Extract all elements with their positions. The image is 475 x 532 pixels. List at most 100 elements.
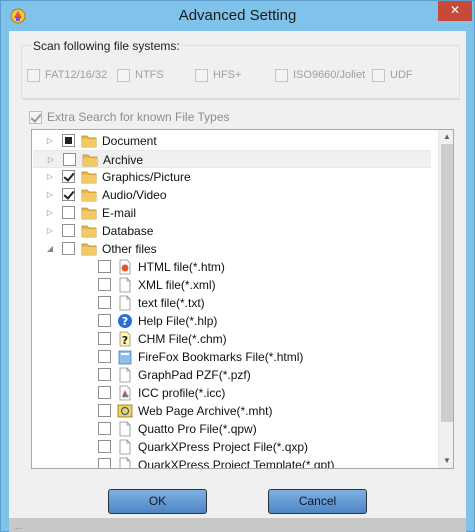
expand-arrow-icon[interactable]: ▷ [45,172,55,182]
tree-item-label: QuarkXPress Project Template(*.qpt) [138,458,335,469]
expand-arrow-icon[interactable]: ▷ [46,155,56,165]
filesystem-group-label: Scan following file systems: [31,39,182,53]
tree-row[interactable]: XML file(*.xml) [32,276,432,294]
tree-row[interactable]: ICC profile(*.icc) [32,384,432,402]
tree-checkbox[interactable] [98,458,111,468]
close-icon: ✕ [449,3,461,17]
extra-search-option[interactable]: Extra Search for known File Types [29,110,230,124]
tree-row[interactable]: ▷ Document [32,132,432,150]
tree-checkbox[interactable] [98,440,111,453]
tree-item-label: HTML file(*.htm) [138,260,225,274]
fs-checkbox[interactable] [117,68,130,82]
svg-text:?: ? [122,334,128,347]
file-type-tree[interactable]: QuarkXPress Project Template(*.qpt) Quark… [31,129,454,469]
tree-row[interactable]: HTML file(*.htm) [32,258,432,276]
tree-row[interactable]: FireFox Bookmarks File(*.html) [32,348,432,366]
tree-row[interactable]: Web Page Archive(*.mht) [32,402,432,420]
title-bar[interactable]: Advanced Setting ✕ [1,1,474,31]
tree-row[interactable]: GraphPad PZF(*.pzf) [32,366,432,384]
tree-row[interactable]: ▷ Graphics/Picture [32,168,432,186]
cancel-button[interactable]: Cancel [268,489,367,514]
scroll-up-arrow-icon[interactable]: ▲ [439,130,453,144]
tree-item-label: CHM File(*.chm) [138,332,227,346]
fs-option-label: UDF [390,69,413,81]
color-profile-icon [117,385,133,401]
tree-checkbox[interactable] [62,188,75,201]
tree-checkbox[interactable] [98,332,111,345]
folder-icon [82,152,98,168]
tree-row[interactable]: ? CHM File(*.chm) [32,330,432,348]
collapse-arrow-icon[interactable]: ◢ [45,244,55,254]
window-title: Advanced Setting [178,7,297,24]
close-button[interactable]: ✕ [438,1,472,21]
folder-icon [81,133,97,149]
tree-item-label: Database [102,224,154,238]
tree-item-label: ICC profile(*.icc) [138,386,226,400]
fs-option-fat[interactable]: FAT12/16/32 [27,68,107,82]
document-icon [117,457,133,468]
tree-checkbox[interactable] [62,242,75,255]
tree-row[interactable]: ▷ E-mail [32,204,432,222]
fs-option-iso9660[interactable]: ISO9660/Joliet [275,68,365,82]
tree-checkbox[interactable] [63,153,76,166]
tree-row[interactable]: ▷ Database [32,222,432,240]
expand-arrow-icon[interactable]: ▷ [45,136,55,146]
tree-row[interactable]: ▷ Archive [33,150,431,168]
folder-icon [81,205,97,221]
tree-item-label: Web Page Archive(*.mht) [138,404,273,418]
tree-checkbox[interactable] [62,170,75,183]
fs-option-ntfs[interactable]: NTFS [117,68,164,82]
tree-checkbox[interactable] [98,386,111,399]
document-icon [117,277,133,293]
tree-item-label: FireFox Bookmarks File(*.html) [138,350,304,364]
tree-item-label: Graphics/Picture [102,170,191,184]
chm-help-icon: ? [117,331,133,347]
fs-option-label: ISO9660/Joliet [293,69,366,81]
tree-row[interactable]: ▷ Audio/Video [32,186,432,204]
tree-checkbox[interactable] [62,224,75,237]
expand-arrow-icon[interactable]: ▷ [45,208,55,218]
svg-text:?: ? [122,315,128,328]
fs-option-hfs[interactable]: HFS+ [195,68,241,82]
extra-search-label: Extra Search for known File Types [47,110,230,124]
extra-search-checkbox[interactable] [29,110,42,124]
tree-row[interactable]: QuarkXPress Project Template(*.qpt) [32,456,432,469]
fs-checkbox[interactable] [195,68,208,82]
fs-option-udf[interactable]: UDF [372,68,413,82]
document-icon [117,295,133,311]
tree-checkbox[interactable] [98,422,111,435]
tree-row[interactable]: ◢ Other files [32,240,432,258]
tree-checkbox[interactable] [98,368,111,381]
ok-button[interactable]: OK [108,489,207,514]
tree-checkbox[interactable] [98,296,111,309]
tree-row[interactable]: QuarkXPress Project File(*.qxp) [32,438,432,456]
tree-checkbox[interactable] [98,404,111,417]
tree-row[interactable]: Quatto Pro File(*.qpw) [32,420,432,438]
tree-checkbox[interactable] [98,278,111,291]
tree-scrollbar[interactable]: ▲ ▼ [438,130,453,468]
tree-checkbox[interactable] [62,206,75,219]
tree-item-label: text file(*.txt) [138,296,205,310]
expand-arrow-icon[interactable]: ▷ [45,190,55,200]
scroll-thumb[interactable] [441,144,453,422]
folder-icon [81,169,97,185]
fs-checkbox[interactable] [27,68,40,82]
tree-item-label: E-mail [102,206,137,220]
tree-checkbox[interactable] [98,314,111,327]
fs-option-label: HFS+ [213,69,242,81]
document-icon [117,439,133,455]
folder-icon [81,187,97,203]
fs-checkbox[interactable] [372,68,385,82]
tree-item-label: XML file(*.xml) [138,278,216,292]
fs-checkbox[interactable] [275,68,288,82]
fs-option-label: NTFS [135,69,164,81]
tree-checkbox[interactable] [62,134,75,147]
expand-arrow-icon[interactable]: ▷ [45,226,55,236]
scroll-down-arrow-icon[interactable]: ▼ [439,454,453,468]
html-file-icon [117,259,133,275]
tree-row[interactable]: ? Help File(*.hlp) [32,312,432,330]
tree-checkbox[interactable] [98,260,111,273]
tree-checkbox[interactable] [98,350,111,363]
document-icon [117,367,133,383]
tree-row[interactable]: text file(*.txt) [32,294,432,312]
